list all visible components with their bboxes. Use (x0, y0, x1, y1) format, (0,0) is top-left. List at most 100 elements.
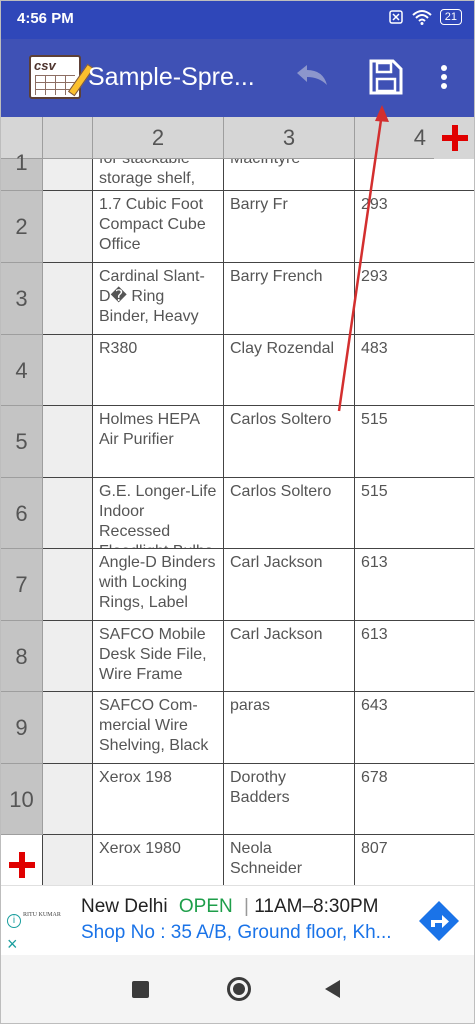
table-cell[interactable]: Clay Rozendal (224, 335, 355, 406)
file-title: Sample-Spre... (88, 63, 255, 91)
spreadsheet-grid: 2 3 4 1 for stackable storage shelf, Mac… (1, 117, 474, 885)
status-icons: 21 (388, 9, 462, 25)
table-cell[interactable] (43, 335, 93, 406)
table-cell[interactable]: 293 (355, 263, 474, 335)
column-header[interactable]: 2 (93, 117, 224, 159)
undo-icon (297, 65, 327, 85)
battery-indicator: 21 (439, 9, 462, 25)
csv-app-logo: csv (29, 55, 95, 99)
ad-info-icon[interactable]: i (7, 914, 21, 928)
table-cell[interactable]: Barry French (224, 263, 355, 335)
table-cell[interactable] (43, 263, 93, 335)
table-cell[interactable]: SAFCO Com-mercial Wire Shelving, Black (93, 692, 224, 764)
table-cell[interactable] (43, 549, 93, 621)
table-cell[interactable] (43, 835, 93, 885)
table-cell[interactable]: 293 (355, 191, 474, 263)
table-row: 1 for stackable storage shelf, MacIntyre (1, 152, 474, 191)
add-row-button[interactable] (1, 835, 43, 885)
row-number[interactable]: 5 (1, 406, 43, 478)
table-row: 4 R380 Clay Rozendal 483 (1, 335, 474, 406)
table-cell[interactable]: R380 (93, 335, 224, 406)
table-cell[interactable]: SAFCO Mobile Desk Side File, Wire Frame (93, 621, 224, 692)
ad-separator: | (244, 896, 249, 917)
system-nav-bar (1, 955, 474, 1023)
table-cell[interactable] (43, 478, 93, 549)
column-header[interactable] (43, 117, 93, 159)
app-bar: csv Sample-Spre... (1, 39, 474, 117)
row-number[interactable]: 2 (1, 191, 43, 263)
more-options-button[interactable] (429, 57, 459, 97)
ad-brand-logo: RITU KUMAR (23, 912, 61, 918)
table-cell[interactable]: MacIntyre (224, 159, 355, 191)
row-number[interactable]: 9 (1, 692, 43, 764)
table-cell[interactable]: 613 (355, 549, 474, 621)
table-cell[interactable] (43, 764, 93, 835)
table-cell[interactable]: 678 (355, 764, 474, 835)
table-row: 3 Cardinal Slant-D� Ring Binder, Heavy B… (1, 263, 474, 335)
sim-off-icon (389, 10, 403, 24)
ad-hours: 11AM–8:30PM (254, 896, 379, 917)
column-header[interactable]: 3 (224, 117, 355, 159)
row-number[interactable]: 10 (1, 764, 43, 835)
row-number[interactable]: 3 (1, 263, 43, 335)
row-number[interactable]: 1 (1, 152, 43, 191)
table-cell[interactable]: Xerox 198 (93, 764, 224, 835)
screen: 4:56 PM 21 csv Sample-Spre... 2 3 4 1 st… (0, 0, 475, 1024)
logo-text: csv (34, 58, 56, 73)
more-vert-icon (441, 65, 447, 89)
table-cell[interactable] (43, 621, 93, 692)
table-cell[interactable]: Carlos Soltero (224, 478, 355, 549)
table-cell[interactable]: 613 (355, 621, 474, 692)
table-cell[interactable] (43, 692, 93, 764)
table-cell[interactable]: paras (224, 692, 355, 764)
undo-button[interactable] (289, 57, 333, 97)
ad-address-link[interactable]: Shop No : 35 A/B, Ground floor, Kh... (81, 922, 401, 944)
table-cell[interactable]: Neola Schneider (224, 835, 355, 885)
cell-text: for stackable storage shelf, (99, 159, 196, 187)
ad-close-icon[interactable]: × (7, 934, 18, 955)
cell-text: MacIntyre (230, 159, 348, 169)
status-time: 4:56 PM (17, 10, 74, 27)
table-row: 6 G.E. Longer-Life Indoor Recessed Flood… (1, 478, 474, 549)
home-icon[interactable] (227, 977, 251, 1001)
column-header-row: 2 3 4 (1, 117, 474, 159)
add-column-button[interactable] (434, 117, 474, 159)
row-number[interactable]: 7 (1, 549, 43, 621)
row-number[interactable]: 6 (1, 478, 43, 549)
table-cell[interactable]: Barry Fr (224, 191, 355, 263)
table-cell[interactable]: Carl Jackson (224, 549, 355, 621)
save-button[interactable] (363, 57, 407, 97)
row-number[interactable]: 8 (1, 621, 43, 692)
directions-icon (419, 901, 459, 941)
table-cell[interactable]: Angle-D Binders with Locking Rings, Labe… (93, 549, 224, 621)
recents-icon[interactable] (132, 981, 149, 998)
ad-directions-button[interactable] (418, 900, 460, 942)
table-cell[interactable]: Cardinal Slant-D� Ring Binder, Heavy (93, 263, 224, 335)
table-cell[interactable]: 643 (355, 692, 474, 764)
table-cell[interactable] (43, 191, 93, 263)
table-cell[interactable] (355, 159, 474, 191)
table-cell[interactable]: 483 (355, 335, 474, 406)
table-cell[interactable]: Xerox 1980 (93, 835, 224, 885)
table-cell[interactable] (43, 406, 93, 478)
table-cell[interactable]: Carlos Soltero (224, 406, 355, 478)
table-cell[interactable]: Holmes HEPA Air Purifier (93, 406, 224, 478)
column-header[interactable]: 4 (355, 117, 434, 159)
table-cell[interactable]: 807 (355, 835, 474, 885)
ad-open-status: OPEN (178, 896, 233, 917)
table-cell[interactable] (43, 159, 93, 191)
ad-banner[interactable]: i × RITU KUMAR New Delhi OPEN | 11AM–8:3… (1, 885, 474, 955)
table-cell[interactable]: 1.7 Cubic Foot Compact Cube Office (93, 191, 224, 263)
table-cell[interactable]: for stackable storage shelf, (93, 159, 224, 191)
ad-city: New Delhi (81, 896, 168, 917)
table-cell[interactable]: 515 (355, 406, 474, 478)
row-number[interactable]: 4 (1, 335, 43, 406)
table-row: 9 SAFCO Com-mercial Wire Shelving, Black… (1, 692, 474, 764)
table-cell[interactable]: Dorothy Badders (224, 764, 355, 835)
table-cell[interactable]: G.E. Longer-Life Indoor Recessed Floodli… (93, 478, 224, 549)
table-row: 7 Angle-D Binders with Locking Rings, La… (1, 549, 474, 621)
back-icon[interactable] (325, 980, 340, 998)
table-cell[interactable]: 515 (355, 478, 474, 549)
table-row: 8 SAFCO Mobile Desk Side File, Wire Fram… (1, 621, 474, 692)
table-cell[interactable]: Carl Jackson (224, 621, 355, 692)
